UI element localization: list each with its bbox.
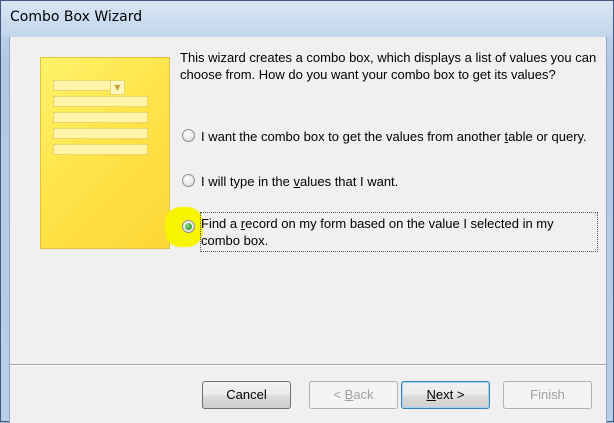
radio-button[interactable] xyxy=(182,129,195,142)
finish-button[interactable]: Finish xyxy=(503,381,592,409)
next-button[interactable]: Next > xyxy=(401,381,490,409)
radio-button[interactable] xyxy=(182,174,195,187)
option-label: I want the combo box to get the values f… xyxy=(201,129,587,144)
back-label: < Back xyxy=(333,387,374,402)
illustration-list-row xyxy=(53,144,148,155)
cancel-button[interactable]: Cancel xyxy=(202,381,291,409)
illustration-list-row xyxy=(53,128,148,139)
option-label: Find a record on my form based on the va… xyxy=(201,216,554,248)
radio-button-selected[interactable] xyxy=(182,220,195,233)
cancel-label: Cancel xyxy=(226,387,267,402)
title-bar[interactable]: Combo Box Wizard xyxy=(1,1,613,37)
wizard-body: ▼ This wizard creates a combo box, which… xyxy=(9,37,607,423)
finish-label: Finish xyxy=(530,387,565,402)
combo-box-illustration: ▼ xyxy=(40,57,170,249)
illustration-list-row xyxy=(53,96,148,107)
button-separator xyxy=(10,364,606,366)
illustration-combo-field xyxy=(53,80,113,91)
option-label: I will type in the values that I want. xyxy=(201,174,399,189)
illustration-dropdown-icon: ▼ xyxy=(110,80,125,95)
wizard-instructions: This wizard creates a combo box, which d… xyxy=(180,50,597,82)
combo-box-wizard-window: Combo Box Wizard ▼ This wizard creates a… xyxy=(0,0,614,423)
back-button[interactable]: < Back xyxy=(309,381,398,409)
next-label: Next > xyxy=(426,387,465,402)
illustration-list-row xyxy=(53,112,148,123)
window-title: Combo Box Wizard xyxy=(10,9,143,25)
